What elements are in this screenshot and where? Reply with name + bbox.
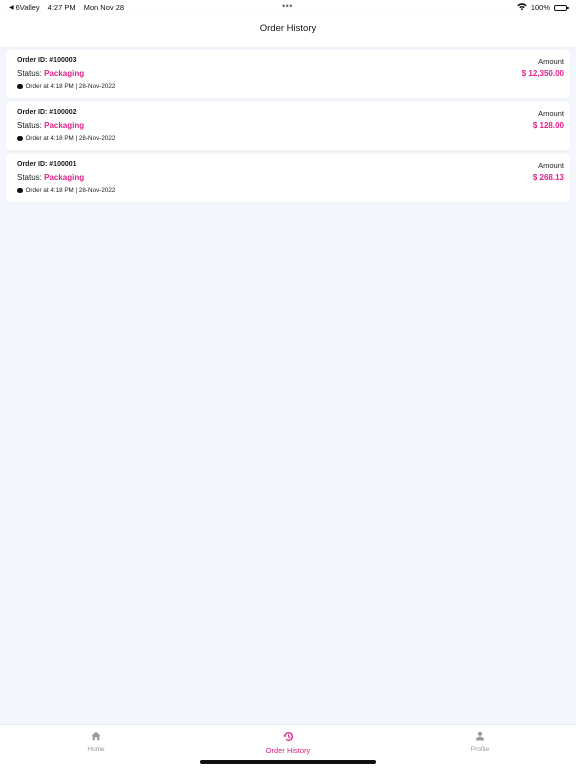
- amount-label: Amount: [538, 57, 564, 66]
- order-date: Order at 4:18 PM | 28-Nov-2022: [17, 135, 115, 142]
- back-app-label[interactable]: 6Valley: [16, 3, 40, 12]
- order-id: Order ID: #100002: [17, 109, 77, 116]
- amount-value: $ 268.13: [532, 173, 564, 182]
- home-icon: [36, 731, 156, 743]
- page-title: Order History: [259, 23, 317, 34]
- nav-label-order-history: Order History: [265, 746, 311, 755]
- multitasking-dots[interactable]: •••: [282, 1, 293, 11]
- status-bar: ◀ 6Valley 4:27 PM Mon Nov 28 ••• 100%: [0, 0, 576, 14]
- home-indicator[interactable]: [200, 760, 376, 764]
- nav-item-home[interactable]: Home: [36, 731, 156, 753]
- amount-label: Amount: [538, 161, 564, 170]
- page-header: Order History: [0, 14, 576, 47]
- history-icon: [228, 731, 348, 743]
- person-icon: [420, 731, 540, 743]
- status-bar-right: 100%: [517, 3, 569, 12]
- amount-value: $ 12,350.00: [521, 69, 564, 78]
- bullet-icon: [17, 187, 23, 194]
- app-screen: ◀ 6Valley 4:27 PM Mon Nov 28 ••• 100% Or…: [0, 0, 576, 768]
- order-status: Status: Packaging: [17, 69, 84, 78]
- bullet-icon: [17, 83, 23, 90]
- nav-label-profile: Profile: [470, 746, 490, 753]
- back-arrow-icon[interactable]: ◀: [9, 4, 14, 11]
- order-date: Order at 4:18 PM | 28-Nov-2022: [17, 187, 115, 194]
- nav-item-profile[interactable]: Profile: [420, 731, 540, 753]
- status-bar-left: ◀ 6Valley 4:27 PM Mon Nov 28: [9, 3, 124, 12]
- order-id: Order ID: #100001: [17, 161, 77, 168]
- order-date-text: Order at 4:18 PM | 28-Nov-2022: [25, 83, 116, 90]
- order-card[interactable]: Order ID: #100003 Status: Packaging Orde…: [6, 50, 570, 98]
- order-id: Order ID: #100003: [17, 57, 77, 64]
- order-date: Order at 4:18 PM | 28-Nov-2022: [17, 83, 115, 90]
- order-list: Order ID: #100003 Status: Packaging Orde…: [6, 50, 570, 206]
- status-prefix: Status:: [17, 121, 45, 130]
- order-card[interactable]: Order ID: #100001 Status: Packaging Orde…: [6, 154, 570, 202]
- nav-item-order-history[interactable]: Order History: [228, 731, 348, 755]
- battery-percent: 100%: [530, 3, 550, 12]
- order-status: Status: Packaging: [17, 121, 84, 130]
- status-prefix: Status:: [17, 69, 45, 78]
- status-value: Packaging: [44, 173, 85, 182]
- status-date: Mon Nov 28: [83, 3, 125, 12]
- status-prefix: Status:: [17, 173, 45, 182]
- status-time: 4:27 PM: [47, 3, 76, 12]
- amount-label: Amount: [538, 109, 564, 118]
- amount-value: $ 128.00: [532, 121, 564, 130]
- nav-label-home: Home: [87, 746, 105, 753]
- status-value: Packaging: [44, 121, 85, 130]
- order-date-text: Order at 4:18 PM | 28-Nov-2022: [25, 187, 116, 194]
- bullet-icon: [17, 135, 23, 142]
- status-value: Packaging: [44, 69, 85, 78]
- order-date-text: Order at 4:18 PM | 28-Nov-2022: [25, 135, 116, 142]
- battery-icon: [554, 4, 569, 11]
- wifi-icon: [517, 3, 527, 12]
- order-card[interactable]: Order ID: #100002 Status: Packaging Orde…: [6, 102, 570, 150]
- order-status: Status: Packaging: [17, 173, 84, 182]
